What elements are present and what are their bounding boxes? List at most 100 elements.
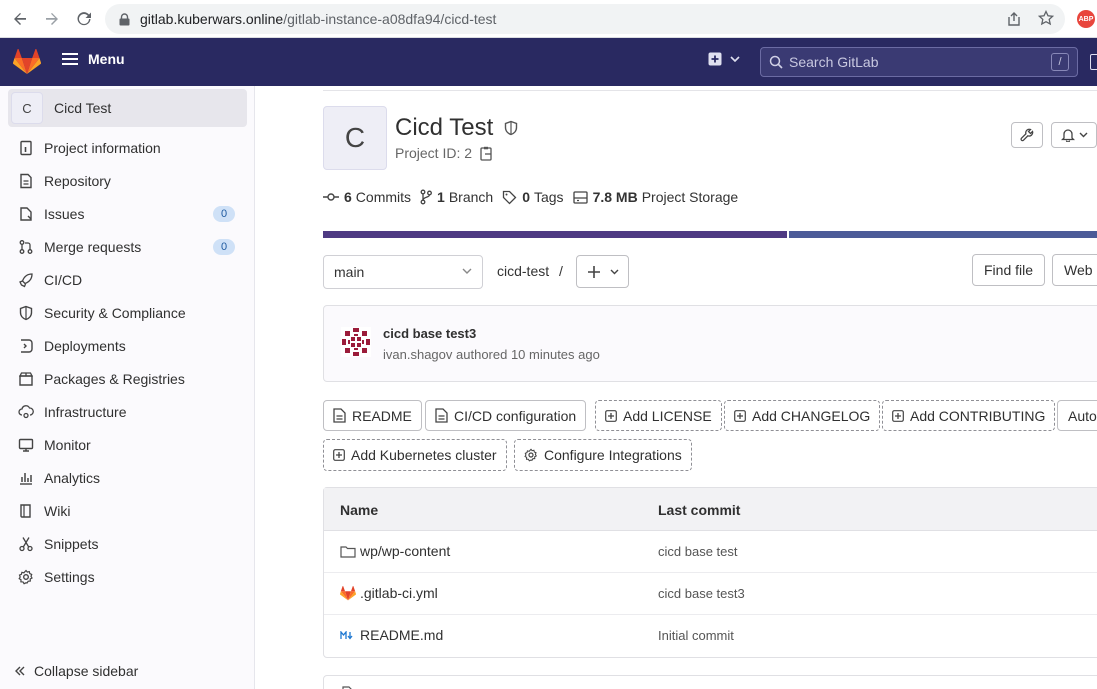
branch-selector-value: main	[334, 264, 365, 280]
sidebar-item-project-information[interactable]: Project information	[8, 133, 247, 163]
branch-selector[interactable]: main	[323, 255, 483, 289]
merge-requests-count-badge: 0	[213, 239, 235, 255]
commit-title[interactable]: cicd base test3	[383, 326, 476, 341]
sidebar-item-repository[interactable]: Repository	[8, 166, 247, 196]
storage-icon	[572, 190, 588, 204]
tags-label: Tags	[533, 189, 564, 205]
find-file-button[interactable]: Find file	[972, 254, 1046, 286]
last-commit-panel: cicd base test3 ivan.shagov authored 10 …	[323, 305, 1097, 382]
web-ide-button[interactable]: Web	[1052, 254, 1097, 286]
file-last-commit[interactable]: cicd base test3	[658, 586, 745, 601]
sidebar-item-label: Infrastructure	[44, 404, 127, 420]
tags-count: 0	[522, 189, 530, 205]
plus-square-icon	[892, 409, 904, 422]
configure-integrations-button[interactable]: Configure Integrations	[514, 439, 692, 471]
add-license-button[interactable]: Add LICENSE	[595, 400, 722, 431]
collapse-sidebar-label: Collapse sidebar	[34, 663, 139, 679]
share-icon[interactable]	[1006, 11, 1022, 27]
issues-count-badge: 0	[213, 206, 235, 222]
sidebar-item-settings[interactable]: Settings	[8, 562, 247, 592]
tag-icon	[502, 190, 517, 205]
sidebar-item-merge-requests[interactable]: Merge requests 0	[8, 232, 247, 262]
url-path: /gitlab-instance-a08dfa94/cicd-test	[283, 11, 497, 27]
commit-icon	[323, 192, 339, 202]
star-icon[interactable]	[1038, 10, 1054, 26]
language-bar-segment	[789, 231, 1097, 238]
search-input[interactable]: Search GitLab /	[760, 47, 1078, 77]
file-last-commit[interactable]: Initial commit	[658, 628, 734, 643]
document-icon	[333, 408, 346, 423]
new-dropdown-button[interactable]	[708, 52, 740, 66]
add-contributing-button[interactable]: Add CONTRIBUTING	[882, 400, 1056, 431]
sidebar-item-analytics[interactable]: Analytics	[8, 463, 247, 493]
table-row[interactable]: wp/wp-content cicd base test	[324, 531, 1097, 573]
reload-icon[interactable]	[70, 5, 98, 33]
plus-square-icon	[708, 52, 722, 66]
commit-time: authored 10 minutes ago	[456, 347, 600, 362]
address-bar[interactable]: gitlab.kuberwars.online/gitlab-instance-…	[105, 4, 1065, 34]
file-name[interactable]: .gitlab-ci.yml	[340, 585, 438, 601]
table-row[interactable]: .gitlab-ci.yml cicd base test3	[324, 573, 1097, 615]
language-bar-segment	[323, 231, 787, 238]
menu-label: Menu	[88, 51, 125, 67]
forward-icon[interactable]	[38, 5, 66, 33]
add-kubernetes-cluster-label: Add Kubernetes cluster	[351, 447, 497, 463]
commit-meta: ivan.shagov authored 10 minutes ago	[383, 347, 600, 362]
commits-stat[interactable]: 6 Commits	[323, 189, 411, 205]
breadcrumb-project[interactable]: cicd-test	[497, 263, 549, 279]
menu-button[interactable]: Menu	[62, 50, 125, 68]
file-name[interactable]: wp/wp-content	[340, 543, 450, 559]
add-kubernetes-cluster-button[interactable]: Add Kubernetes cluster	[323, 439, 507, 471]
repository-language-bar[interactable]	[323, 231, 1097, 238]
storage-stat[interactable]: 7.8 MB Project Storage	[572, 189, 739, 205]
storage-label: Project Storage	[641, 189, 739, 205]
notification-settings-button[interactable]	[1051, 122, 1097, 148]
package-icon	[16, 369, 36, 389]
add-to-tree-dropdown[interactable]	[576, 255, 629, 288]
configure-integrations-label: Configure Integrations	[544, 447, 682, 463]
project-settings-button[interactable]	[1011, 122, 1043, 148]
readme-label: README	[352, 407, 412, 424]
file-tree-table: Name Last commit wp/wp-content cicd base…	[323, 487, 1097, 658]
markdown-icon	[340, 630, 358, 640]
adblock-icon[interactable]: ABP	[1077, 10, 1095, 28]
sidebar-item-monitor[interactable]: Monitor	[8, 430, 247, 460]
sidebar-item-issues[interactable]: Issues 0	[8, 199, 247, 229]
sidebar-item-deployments[interactable]: Deployments	[8, 331, 247, 361]
project-avatar-small: C	[11, 92, 43, 124]
copy-icon[interactable]	[480, 146, 494, 161]
browser-toolbar: gitlab.kuberwars.online/gitlab-instance-…	[0, 0, 1097, 38]
table-row[interactable]: README.md Initial commit	[324, 615, 1097, 657]
sidebar-item-infrastructure[interactable]: Infrastructure	[8, 397, 247, 427]
readme-button[interactable]: README	[323, 400, 422, 431]
gitlab-logo-icon[interactable]	[12, 48, 42, 78]
sidebar-context-header[interactable]: C Cicd Test	[8, 89, 247, 127]
sidebar-item-security-compliance[interactable]: Security & Compliance	[8, 298, 247, 328]
issues-nav-icon[interactable]	[1090, 54, 1097, 70]
sidebar-item-snippets[interactable]: Snippets	[8, 529, 247, 559]
branch-label: Branch	[448, 189, 494, 205]
branch-stat[interactable]: 1 Branch	[420, 189, 493, 205]
auto-devops-button[interactable]: Auto	[1057, 400, 1097, 431]
commit-author[interactable]: ivan.shagov	[383, 347, 452, 362]
sidebar-item-wiki[interactable]: Wiki	[8, 496, 247, 526]
folder-icon	[340, 545, 358, 558]
column-header-last-commit: Last commit	[658, 502, 741, 518]
cicd-configuration-button[interactable]: CI/CD configuration	[425, 400, 587, 431]
back-icon[interactable]	[6, 5, 34, 33]
avatar[interactable]	[341, 327, 371, 360]
sidebar-item-ci-cd[interactable]: CI/CD	[8, 265, 247, 295]
tags-stat[interactable]: 0 Tags	[502, 189, 564, 205]
add-changelog-button[interactable]: Add CHANGELOG	[724, 400, 881, 431]
file-last-commit[interactable]: cicd base test	[658, 544, 738, 559]
sidebar-item-label: Analytics	[44, 470, 101, 486]
sidebar-item-packages-registries[interactable]: Packages & Registries	[8, 364, 247, 394]
file-name[interactable]: README.md	[340, 627, 443, 643]
file-name-label: wp/wp-content	[360, 543, 451, 559]
collapse-sidebar-button[interactable]: Collapse sidebar	[14, 663, 138, 679]
plus-square-icon	[734, 409, 746, 422]
cloud-gear-icon	[16, 402, 36, 422]
sidebar-item-label: Repository	[44, 173, 111, 189]
gitlab-top-navigation: Menu Search GitLab /	[0, 38, 1097, 86]
sidebar-item-label: Snippets	[44, 536, 99, 552]
